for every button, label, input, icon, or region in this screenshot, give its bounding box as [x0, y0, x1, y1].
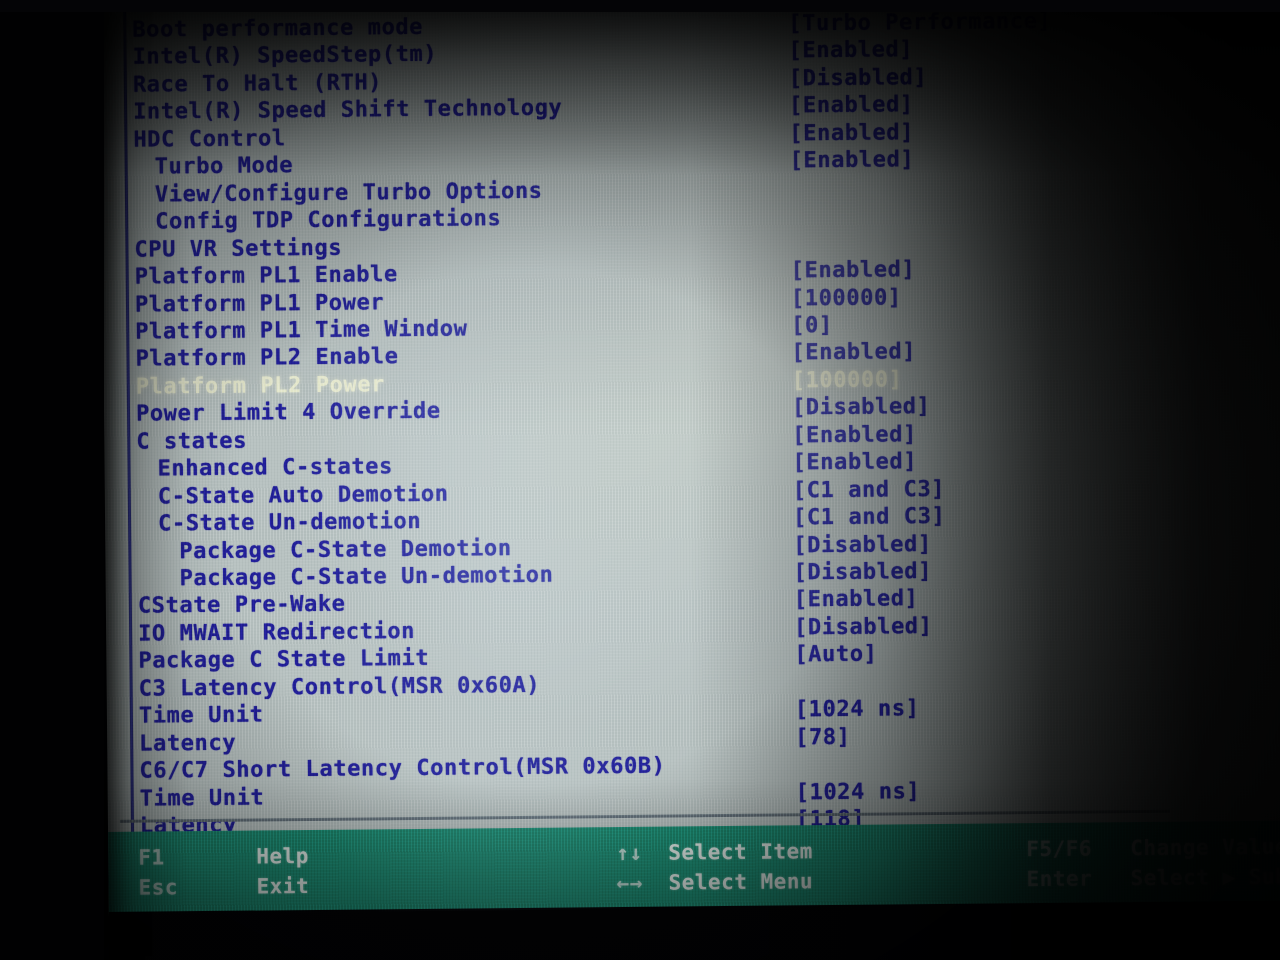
setup-option-pane: Boot performance mode [Turbo Performance]… [118, 0, 1276, 894]
monitor-lower-bezel [108, 900, 1280, 960]
photo-top-bezel [0, 0, 1280, 12]
setup-option-label: C-State Un-demotion [157, 509, 422, 537]
setup-option-label: C6/C7 Short Latency Control(MSR 0x60B) [139, 753, 666, 784]
bios-setup-screen: Boot performance mode [Turbo Performance]… [0, 0, 1280, 960]
footer-key-middle-0: ↑↓ [616, 840, 643, 866]
footer-action-right-1: Select ▶ Sub [1130, 864, 1280, 891]
footer-key-middle-1: ←→ [616, 870, 643, 896]
setup-option-label: Enhanced C-states [157, 454, 394, 482]
setup-option-label: Power Limit 4 Override [135, 399, 441, 427]
setup-option-value[interactable]: [Enabled] [791, 340, 916, 366]
monitor-panel-surface: Boot performance mode [Turbo Performance]… [100, 0, 1280, 960]
setup-option-value[interactable]: [Disabled] [794, 614, 933, 640]
setup-option-value[interactable]: [Enabled] [790, 147, 915, 173]
setup-option-label: C states [136, 428, 248, 455]
setup-option-value[interactable]: [100000] [791, 285, 902, 311]
setup-option-value[interactable]: [Enabled] [791, 257, 916, 283]
setup-option-label: HDC Control [133, 126, 286, 153]
setup-option-label: Boot performance mode [132, 14, 424, 43]
setup-option-label: Latency [139, 730, 237, 757]
setup-option-label: IO MWAIT Redirection [138, 618, 416, 647]
setup-option-label: Platform PL1 Power [134, 289, 385, 318]
setup-option-value[interactable]: [Enabled] [792, 422, 917, 448]
setup-option-value[interactable]: [0] [791, 313, 833, 338]
setup-option-label: C3 Latency Control(MSR 0x60A) [138, 672, 541, 702]
setup-option-value[interactable]: [Enabled] [794, 587, 919, 613]
setup-option-label: CState Pre-Wake [137, 592, 346, 620]
setup-option-label: Time Unit [139, 785, 265, 812]
setup-option-value[interactable]: [78] [795, 725, 851, 751]
setup-option-label: Package C-State Un-demotion [179, 562, 554, 592]
photo-left-bezel [0, 0, 104, 960]
footer-action-middle-0: Select Item [668, 839, 813, 865]
setup-option-label: Package C State Limit [138, 646, 430, 675]
setup-option-value[interactable]: [Enabled] [789, 120, 914, 146]
footer-key-left-0: F1 [138, 845, 165, 870]
setup-option-label: Race To Halt (RTH) [132, 70, 383, 98]
setup-option-label: C-State Auto Demotion [157, 481, 449, 510]
footer-action-left-0: Help [256, 844, 309, 869]
setup-option-value[interactable]: [Enabled] [788, 38, 913, 64]
setup-option-value[interactable]: [Disabled] [792, 394, 931, 420]
footer-action-middle-1: Select Menu [668, 869, 814, 895]
setup-option-label: Intel(R) Speed Shift Technology [133, 95, 563, 126]
footer-key-right-1: Enter [1026, 866, 1093, 892]
setup-option-value[interactable]: [Disabled] [789, 65, 928, 91]
setup-option-value[interactable]: [100000] [792, 367, 903, 393]
setup-option-value[interactable]: [C1 and C3] [793, 477, 946, 503]
setup-option-label: Config TDP Configurations [155, 206, 502, 235]
setup-option-label: View/Configure Turbo Options [154, 178, 543, 208]
setup-option-value[interactable]: [Auto] [794, 642, 877, 668]
footer-action-right-0: Change Value [1130, 834, 1280, 861]
footer-key-left-1: Esc [138, 875, 179, 900]
setup-option-label: Package C-State Demotion [179, 535, 512, 564]
setup-option-label: Turbo Mode [154, 153, 294, 180]
setup-option-value[interactable]: [Disabled] [793, 532, 932, 558]
setup-option-value[interactable]: [1024 ns] [796, 779, 921, 805]
setup-option-value[interactable]: [1024 ns] [795, 696, 920, 722]
setup-option-label: Platform PL2 Enable [135, 344, 399, 373]
setup-option-label: CPU VR Settings [134, 235, 343, 263]
setup-option-value[interactable]: [Disabled] [793, 559, 932, 585]
setup-option-label: Intel(R) SpeedStep(tm) [132, 42, 438, 71]
footer-action-left-1: Exit [256, 874, 310, 899]
setup-option-value[interactable]: [Turbo Performance] [788, 9, 1051, 37]
setup-option-label: Time Unit [138, 702, 264, 729]
setup-option-value[interactable]: [Enabled] [789, 93, 914, 119]
setup-option-label: Platform PL1 Enable [134, 262, 398, 290]
setup-option-label: Platform PL1 Time Window [135, 316, 468, 345]
setup-option-value[interactable]: [C1 and C3] [793, 504, 946, 530]
setup-option-value[interactable]: [Enabled] [792, 449, 917, 475]
footer-key-right-0: F5/F6 [1026, 836, 1093, 862]
setup-option-label: Platform PL2 Power [135, 372, 386, 400]
